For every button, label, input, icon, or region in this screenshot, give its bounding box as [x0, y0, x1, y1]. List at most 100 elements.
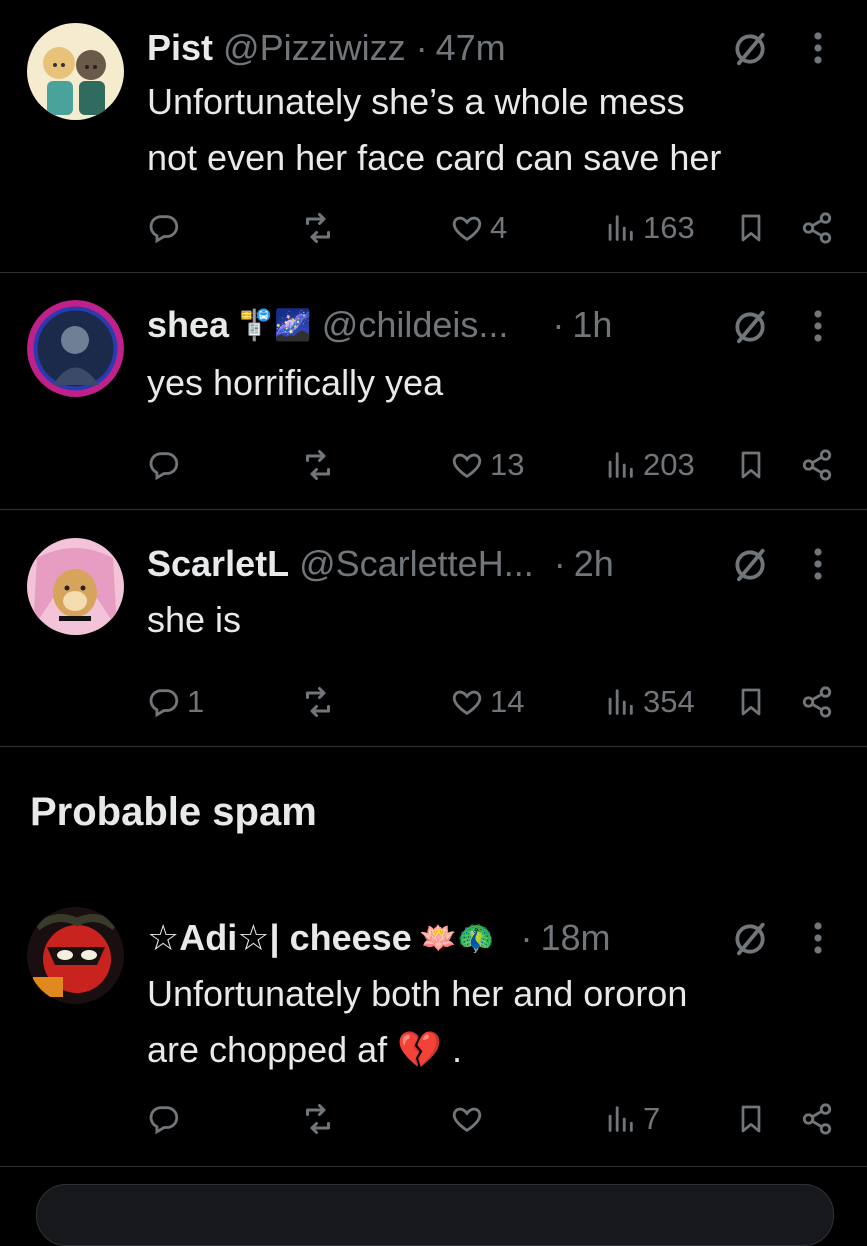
- repost-button[interactable]: [300, 445, 336, 485]
- share-button[interactable]: [800, 445, 834, 485]
- display-name[interactable]: ☆Adi☆| cheese: [147, 917, 412, 959]
- name-emojis: 🪷🦚: [419, 921, 495, 955]
- avatar[interactable]: [27, 23, 124, 120]
- bookmark-button[interactable]: [735, 682, 767, 722]
- post-header: ScarletL @ScarletteH... · 2h: [147, 540, 614, 588]
- user-handle[interactable]: @childeis...: [322, 304, 509, 346]
- more-icon[interactable]: [812, 920, 824, 956]
- like-button[interactable]: 4: [450, 208, 507, 248]
- grok-icon[interactable]: [731, 308, 769, 346]
- view-count: 203: [643, 447, 695, 482]
- post-text-line: Unfortunately she’s a whole mess: [147, 81, 685, 122]
- like-icon: [450, 1102, 484, 1136]
- post-header: ☆Adi☆| cheese 🪷🦚 · 18m: [147, 914, 610, 962]
- repost-icon: [300, 1101, 336, 1137]
- post-header: shea 🚏🌌 @childeis... · 1h: [147, 301, 612, 349]
- action-bar: 1 14 354: [0, 682, 867, 722]
- probable-spam-heading: Probable spam: [30, 790, 317, 834]
- bookmark-icon: [735, 1102, 767, 1136]
- views-button[interactable]: 203: [603, 445, 695, 485]
- view-count: 7: [643, 1101, 661, 1136]
- action-bar: 4 163: [0, 208, 867, 248]
- like-count: 13: [490, 447, 525, 482]
- post-text-line: not even her face card can save her: [147, 137, 722, 178]
- reply-button[interactable]: [147, 1099, 187, 1139]
- separator-dot: ·: [552, 304, 565, 345]
- post-text: she is: [147, 592, 241, 648]
- separator-dot: ·: [415, 27, 428, 68]
- like-icon: [450, 211, 484, 245]
- views-button[interactable]: 7: [603, 1099, 660, 1139]
- display-name[interactable]: shea: [147, 304, 229, 346]
- grok-icon[interactable]: [731, 920, 769, 958]
- post[interactable]: ☆Adi☆| cheese 🪷🦚 · 18m Unfortunately bot…: [0, 880, 867, 1166]
- reply-count: 1: [187, 684, 205, 719]
- more-icon[interactable]: [812, 308, 824, 344]
- share-icon: [800, 1102, 834, 1136]
- like-button[interactable]: 14: [450, 682, 524, 722]
- views-icon: [603, 448, 637, 482]
- post-text-line: yes horrifically yea: [147, 362, 444, 403]
- share-button[interactable]: [800, 208, 834, 248]
- like-icon: [450, 448, 484, 482]
- post-text: Unfortunately both her and ororon are ch…: [147, 966, 687, 1078]
- views-button[interactable]: 354: [603, 682, 695, 722]
- reply-button[interactable]: [147, 445, 187, 485]
- share-button[interactable]: [800, 682, 834, 722]
- share-icon: [800, 685, 834, 719]
- timestamp[interactable]: 2h: [574, 543, 614, 585]
- bookmark-icon: [735, 211, 767, 245]
- timestamp[interactable]: 1h: [572, 304, 612, 346]
- grok-icon[interactable]: [731, 30, 769, 68]
- reply-icon: [147, 685, 181, 719]
- separator-dot: ·: [520, 917, 533, 958]
- timestamp[interactable]: 18m: [540, 917, 610, 959]
- post-header: Pist @Pizziwizz · 47m: [147, 24, 506, 72]
- post[interactable]: Pist @Pizziwizz · 47m Unfortunately she’…: [0, 0, 867, 272]
- repost-icon: [300, 210, 336, 246]
- display-name[interactable]: ScarletL: [147, 543, 289, 585]
- like-count: 4: [490, 210, 508, 245]
- bookmark-icon: [735, 448, 767, 482]
- timestamp[interactable]: 47m: [436, 27, 506, 69]
- avatar[interactable]: [27, 300, 124, 397]
- grok-icon[interactable]: [731, 546, 769, 584]
- post-text: Unfortunately she’s a whole mess not eve…: [147, 74, 721, 186]
- avatar[interactable]: [27, 907, 124, 1004]
- like-button[interactable]: 13: [450, 445, 524, 485]
- post[interactable]: shea 🚏🌌 @childeis... · 1h yes horrifical…: [0, 273, 867, 509]
- like-icon: [450, 685, 484, 719]
- reply-composer[interactable]: [36, 1184, 834, 1246]
- repost-button[interactable]: [300, 208, 336, 248]
- share-icon: [800, 448, 834, 482]
- like-button[interactable]: [450, 1099, 490, 1139]
- repost-icon: [300, 684, 336, 720]
- divider: [0, 746, 867, 747]
- bookmark-button[interactable]: [735, 208, 767, 248]
- bookmark-button[interactable]: [735, 1099, 767, 1139]
- views-icon: [603, 685, 637, 719]
- views-button[interactable]: 163: [603, 208, 695, 248]
- user-handle[interactable]: @Pizziwizz: [223, 27, 406, 69]
- repost-button[interactable]: [300, 1099, 336, 1139]
- repost-button[interactable]: [300, 682, 336, 722]
- view-count: 354: [643, 684, 695, 719]
- post-text-line: Unfortunately both her and ororon: [147, 973, 688, 1014]
- views-icon: [603, 211, 637, 245]
- post-text: yes horrifically yea: [147, 355, 443, 411]
- display-name[interactable]: Pist: [147, 27, 213, 69]
- name-emojis: 🚏🌌: [237, 308, 312, 342]
- post[interactable]: ScarletL @ScarletteH... · 2h she is 1 14…: [0, 510, 867, 746]
- share-button[interactable]: [800, 1099, 834, 1139]
- reply-icon: [147, 1102, 181, 1136]
- avatar[interactable]: [27, 538, 124, 635]
- more-icon[interactable]: [812, 546, 824, 582]
- bookmark-button[interactable]: [735, 445, 767, 485]
- reply-button[interactable]: [147, 208, 187, 248]
- views-icon: [603, 1102, 637, 1136]
- reply-button[interactable]: 1: [147, 682, 204, 722]
- user-handle[interactable]: @ScarletteH...: [299, 543, 534, 585]
- more-icon[interactable]: [812, 30, 824, 66]
- reply-icon: [147, 211, 181, 245]
- view-count: 163: [643, 210, 695, 245]
